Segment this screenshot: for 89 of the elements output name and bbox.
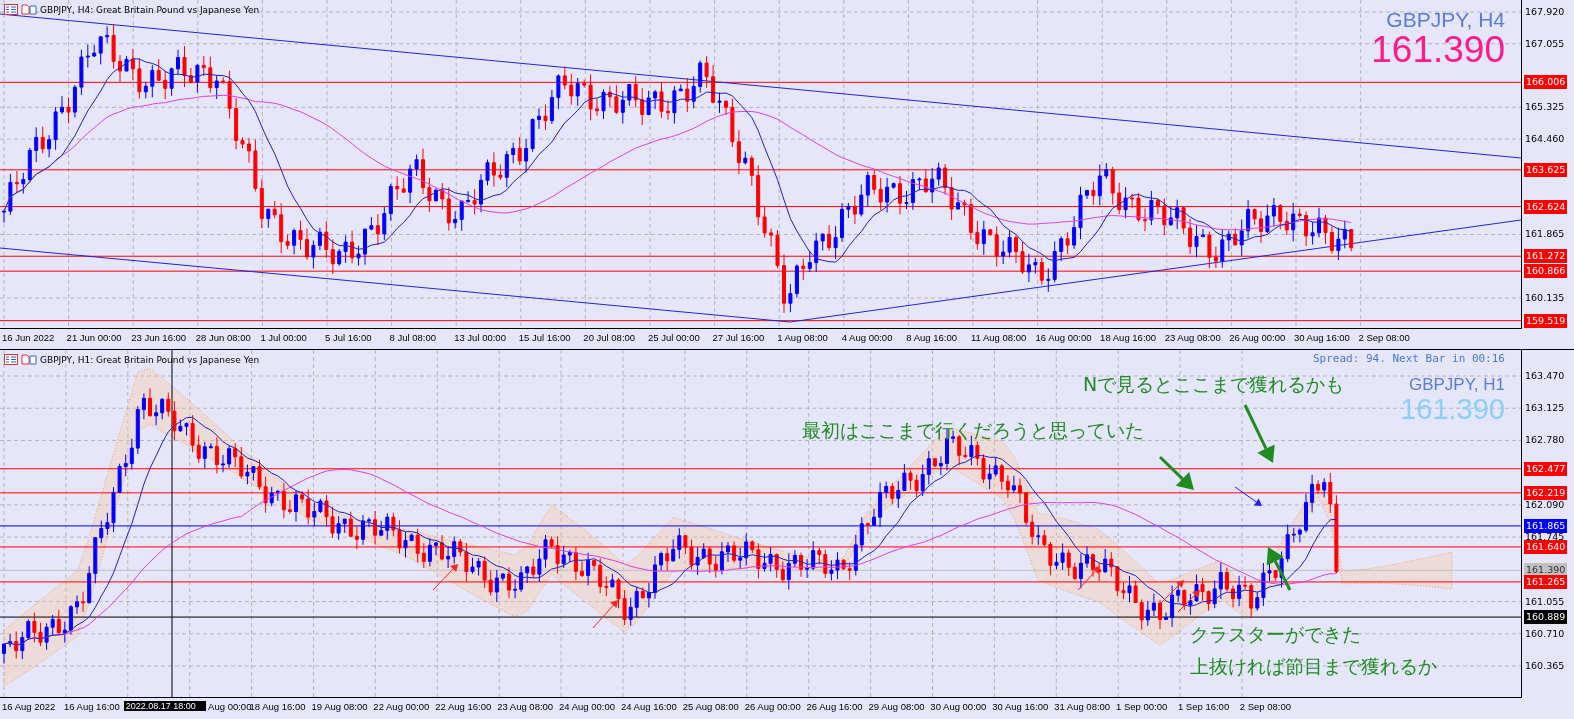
arrow [432,564,458,591]
time-label: 27 Jul 16:00 [711,331,766,343]
time-label: 4 Aug 00:00 [840,331,894,343]
time-label: 31 Aug 08:00 [1053,700,1112,712]
document-icon[interactable] [21,4,37,15]
time-label: 1 Sep 00:00 [1115,700,1169,712]
time-label: 5 Jul 16:00 [323,331,373,343]
arrow [1077,566,1100,591]
time-label: 24 Aug 16:00 [619,700,678,712]
price-tick-label: 160.710 [1525,626,1565,641]
price-tick-label: 164.460 [1525,132,1565,147]
arrow [1234,486,1262,506]
time-label: 22 Aug 00:00 [372,700,431,712]
time-label: 30 Aug 16:00 [1292,331,1351,343]
list-icon[interactable] [4,354,18,365]
time-label: 25 Jul 00:00 [646,331,701,343]
chart-title: GBPJPY, H1: Great Britain Pound vs Japanese Yen [40,354,260,365]
time-label: 24 Aug 00:00 [558,700,616,712]
list-icon[interactable] [4,4,18,15]
time-label: 23 Aug 08:00 [1163,331,1222,343]
time-label: 16 Jun 2022 [1,331,56,343]
price-tick-label: 163.470 [1525,369,1565,383]
price-tag: 161.640 [1524,539,1568,554]
arrow [1177,590,1200,613]
time-label: 8 Aug 16:00 [905,331,959,343]
time-label: 11 Aug 08:00 [969,331,1028,343]
time-label: 26 Aug 00:00 [1228,331,1287,343]
time-label: 2 Sep 08:00 [1357,331,1411,343]
time-label: 20 Jul 08:00 [582,331,637,343]
price-tick-label: 160.365 [1525,659,1565,673]
symbol-label: GBPJPY, H1 [1408,375,1505,395]
time-label: 26 Aug 00:00 [743,700,802,712]
chart-title: GBPJPY, H4: Great Britain Pound vs Japanese Yen [40,4,260,15]
current-price: 161.390 [1400,395,1505,424]
spread-info: Spread: 94. Next Bar in 00:16 [1312,352,1505,365]
arrow [1243,404,1275,463]
price-tag: 162.624 [1524,199,1568,214]
time-label: 16 Aug 2022 [1,700,57,712]
price-tag: 160.866 [1524,264,1568,279]
price-tick-label: 162.780 [1525,433,1565,448]
price-tick-label: 167.920 [1525,5,1565,19]
time-label: 28 Jun 08:00 [194,331,252,343]
time-label: 16 Aug 16:00 [62,700,121,712]
time-label: 1 Sep 16:00 [1176,700,1231,712]
time-label: 1 Aug 08:00 [776,331,829,343]
price-tick-label: 161.865 [1525,227,1565,242]
price-tick-label: 162.090 [1525,497,1565,512]
price-tag: 163.625 [1524,162,1568,177]
document-icon[interactable] [21,354,37,365]
arrow [1266,547,1292,591]
arrow [1159,580,1184,605]
current-price: 161.390 [1371,31,1505,69]
time-label: 15 Jul 16:00 [517,331,572,343]
time-label: 30 Aug 00:00 [929,700,988,712]
time-label: 21 Jun 00:00 [65,331,123,343]
time-label: 1 Jul 00:00 [259,331,308,343]
time-label: 23 Jun 16:00 [130,331,188,343]
time-label: 29 Aug 08:00 [867,700,926,712]
price-tick-label: 160.135 [1525,291,1565,305]
price-tag: 162.219 [1524,485,1568,500]
time-label: 30 Aug 16:00 [991,700,1050,712]
time-label: 18 Aug 16:00 [1099,331,1158,343]
time-label: 2 Sep 08:00 [1238,700,1293,712]
annotation-text: 上抜ければ節目まで獲れるか [1190,654,1437,679]
symbol-label: GBPJPY, H4 [1386,8,1505,32]
time-label: 19 Aug 08:00 [310,700,369,712]
annotation-text: 最初はここまで行くだろうと思っていた [802,418,1144,443]
annotation-text: Nで見るとここまで獲れるかも [1083,372,1345,397]
price-tag: 162.477 [1524,461,1568,476]
time-label: 25 Aug 08:00 [681,700,740,712]
price-tick-label: 163.125 [1525,401,1565,416]
price-tick-label: 167.055 [1525,36,1565,51]
price-tag: 161.272 [1524,249,1568,264]
time-label: 13 Jul 00:00 [453,331,507,343]
price-tag: 159.519 [1524,313,1568,328]
price-tick-label: 161.055 [1525,594,1565,609]
annotation-text: クラスターができた [1190,622,1361,647]
price-tag: 161.865 [1524,518,1568,533]
arrow [1158,455,1194,490]
price-tag: 160.889 [1524,610,1568,625]
price-tag: 166.006 [1524,75,1568,90]
arrow [592,600,618,629]
price-tick-label: 165.325 [1525,100,1565,115]
time-label: 2022.08.17 18:00 [123,701,207,711]
time-label: 8 Jul 08:00 [388,331,438,343]
time-label: 26 Aug 16:00 [805,700,864,712]
time-label: 22 Aug 16:00 [434,700,493,712]
time-label: 23 Aug 08:00 [496,700,555,712]
time-label: 16 Aug 00:00 [1034,331,1093,343]
